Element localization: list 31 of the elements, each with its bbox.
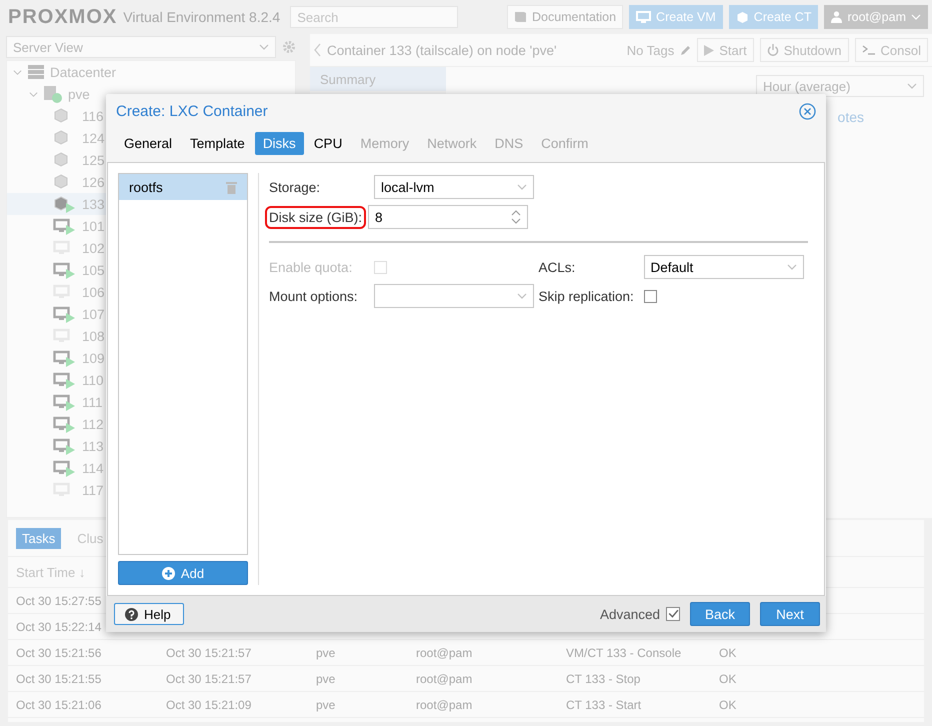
field-label: Skip replication: xyxy=(538,288,635,304)
table-cell-text: Oct 30 15:21:56 xyxy=(16,646,102,660)
table-cell-text: Oct 30 15:21:06 xyxy=(16,698,102,712)
table-cell-text: OK xyxy=(719,672,738,686)
field-label: Enable quota: xyxy=(269,260,354,274)
field-label: ACLs: xyxy=(538,260,576,274)
table-cell-text: root@pam xyxy=(416,646,474,660)
table-cell-text: Oct 30 15:22:14 xyxy=(16,620,102,634)
table-cell-text: Oct 30 15:21:09 xyxy=(166,698,252,712)
field-label: Storage: xyxy=(269,180,322,194)
table-cell-text: pve xyxy=(316,646,336,660)
table-cell-text: VM/CT 133 - Console xyxy=(566,646,682,660)
product-version: Virtual Environment 8.2.4 xyxy=(123,9,280,25)
table-cell-text: root@pam xyxy=(416,672,474,686)
panel-title: otes xyxy=(838,109,864,125)
table-cell-text: CT 133 - Start xyxy=(566,698,642,712)
brand-logo: PROXMOX xyxy=(8,6,118,28)
table-cell-text: pve xyxy=(316,698,336,712)
table-cell-text: Oct 30 15:27:55 xyxy=(16,594,102,608)
table-cell-text: OK xyxy=(719,646,738,660)
field-label: Mount options: xyxy=(269,288,359,304)
advanced-label: Advanced xyxy=(600,606,660,622)
table-cell-text: root@pam xyxy=(416,698,474,712)
table-cell-text: CT 133 - Stop xyxy=(566,672,642,686)
content-title: Container 133 (tailscale) on node 'pve' xyxy=(327,42,558,58)
dialog-title: Create: LXC Container xyxy=(116,102,268,120)
table-cell-text: Oct 30 15:21:57 xyxy=(166,672,252,686)
table-cell-text: OK xyxy=(719,698,738,712)
table-cell-text: Oct 30 15:21:55 xyxy=(16,672,102,686)
table-cell-text: pve xyxy=(316,672,336,686)
table-cell-text: Oct 30 15:21:57 xyxy=(166,646,252,660)
